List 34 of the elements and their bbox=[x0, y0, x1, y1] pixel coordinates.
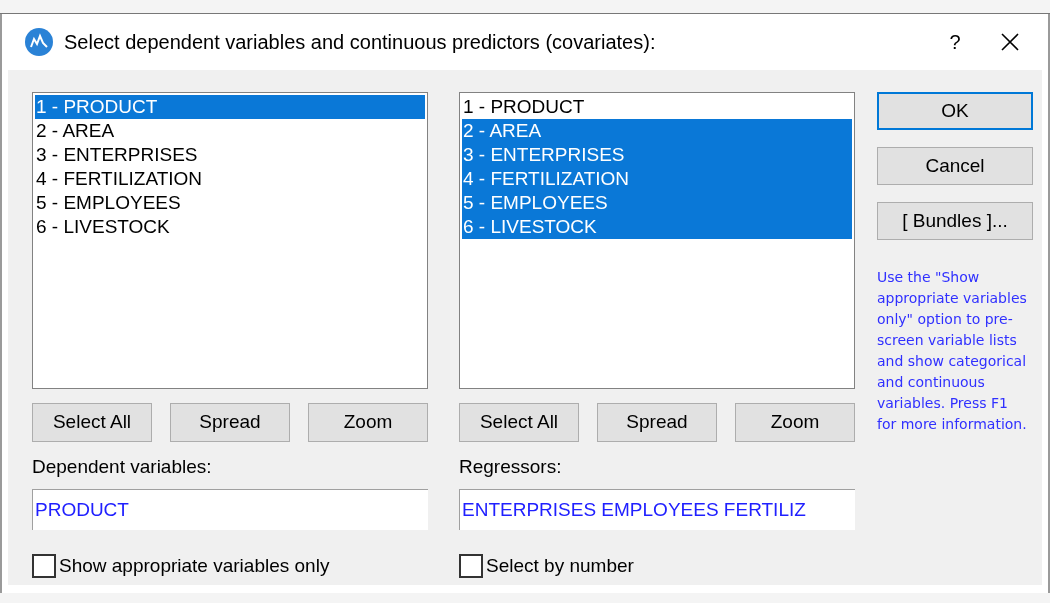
dialog-button[interactable]: OK bbox=[877, 92, 1033, 130]
list-button[interactable]: Zoom bbox=[735, 403, 855, 442]
list-button[interactable]: Zoom bbox=[308, 403, 428, 442]
list-item[interactable]: 1 - PRODUCT bbox=[35, 95, 425, 119]
list-item[interactable]: 5 - EMPLOYEES bbox=[35, 191, 425, 215]
list-item[interactable]: 1 - PRODUCT bbox=[462, 95, 852, 119]
input-field[interactable]: ENTERPRISES EMPLOYEES FERTILIZ bbox=[459, 489, 855, 530]
checkbox-label: Show appropriate variables only bbox=[59, 554, 330, 578]
input-field[interactable]: PRODUCT bbox=[32, 489, 428, 530]
app-logo-icon bbox=[24, 27, 54, 57]
list-item[interactable]: 6 - LIVESTOCK bbox=[462, 215, 852, 239]
list-item[interactable]: 4 - FERTILIZATION bbox=[462, 167, 852, 191]
list-button[interactable]: Select All bbox=[32, 403, 152, 442]
checkbox[interactable] bbox=[32, 554, 56, 579]
field-label: Dependent variables: bbox=[32, 455, 213, 479]
checkbox-label: Select by number bbox=[486, 554, 634, 578]
list-item[interactable]: 2 - AREA bbox=[35, 119, 425, 143]
list-item[interactable]: 3 - ENTERPRISES bbox=[462, 143, 852, 167]
dialog-button[interactable]: [ Bundles ]... bbox=[877, 202, 1033, 240]
list-item[interactable]: 2 - AREA bbox=[462, 119, 852, 143]
field-label: Regressors: bbox=[459, 455, 563, 479]
list-item[interactable]: 6 - LIVESTOCK bbox=[35, 215, 425, 239]
list-button[interactable]: Spread bbox=[170, 403, 290, 442]
list-button[interactable]: Spread bbox=[597, 403, 717, 442]
list-item[interactable]: 4 - FERTILIZATION bbox=[35, 167, 425, 191]
help-text: Use the "Show appropriate variables only" option to pre-screen variable lists and show categorical and continuous variables. Press F1 for more information. bbox=[877, 268, 1028, 434]
dialog-button[interactable]: Cancel bbox=[877, 147, 1033, 185]
list-item[interactable]: 3 - ENTERPRISES bbox=[35, 143, 425, 167]
list-button[interactable]: Select All bbox=[459, 403, 579, 442]
close-icon bbox=[1000, 32, 1020, 52]
list-item[interactable]: 5 - EMPLOYEES bbox=[462, 191, 852, 215]
window-title: Select dependent variables and continuous predictors (covariates): bbox=[64, 30, 656, 55]
checkbox[interactable] bbox=[459, 554, 483, 579]
help-button[interactable]: ? bbox=[930, 22, 980, 62]
